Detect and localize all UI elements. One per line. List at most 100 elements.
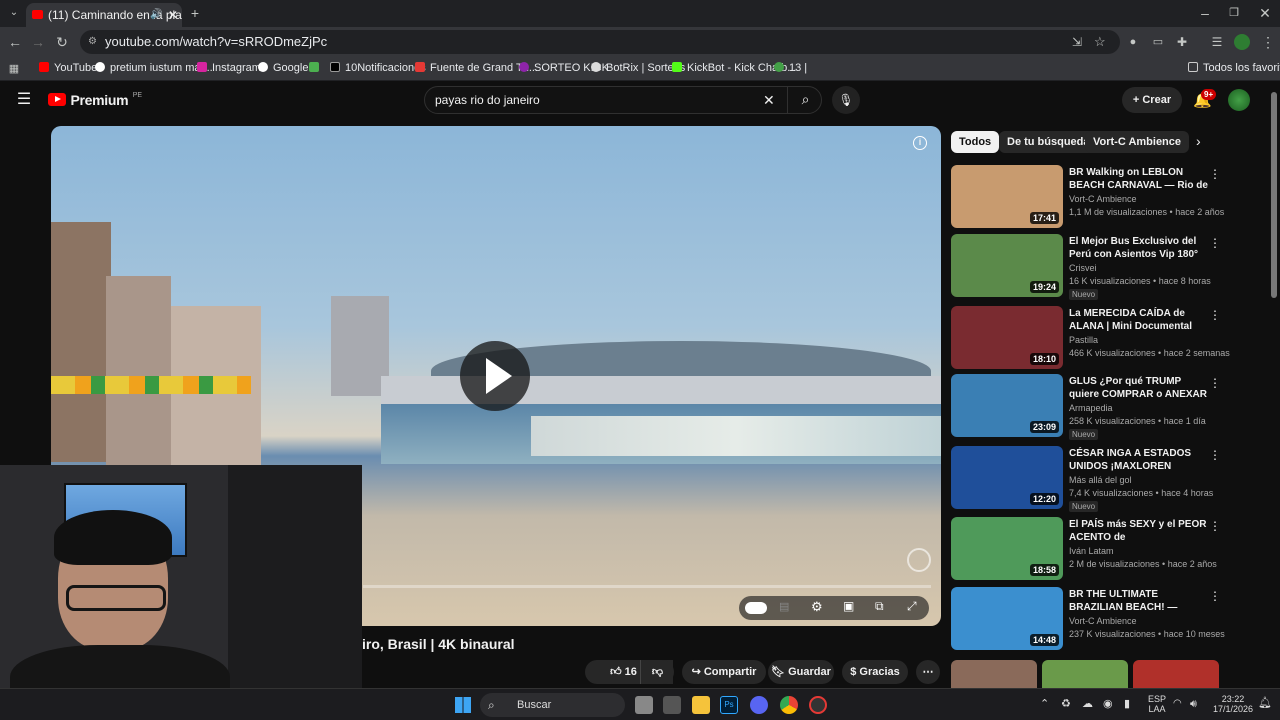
- forward-icon[interactable]: →: [28, 32, 48, 52]
- recommendation-title[interactable]: El Mejor Bus Exclusivo del Perú con Asie…: [1069, 235, 1211, 261]
- more-options-icon[interactable]: ⋮: [1209, 376, 1221, 390]
- app-icon-2[interactable]: [809, 696, 827, 714]
- site-info-icon[interactable]: ⚙: [88, 30, 97, 54]
- cast-icon[interactable]: ⧉: [875, 599, 884, 614]
- bookmark-pretium[interactable]: pretium iustum mat...: [95, 57, 213, 79]
- miniplayer-icon[interactable]: ▣: [843, 599, 854, 613]
- tab-audio-icon[interactable]: 🔊: [150, 3, 162, 27]
- chrome-icon[interactable]: [780, 696, 798, 714]
- app-icon[interactable]: [663, 696, 681, 714]
- task-view-icon[interactable]: [635, 696, 653, 714]
- bookmark-google[interactable]: Google: [258, 57, 308, 79]
- bookmark-x-notifications[interactable]: 10Notificaciones: [330, 57, 426, 79]
- video-thumbnail[interactable]: 19:24: [951, 234, 1063, 297]
- more-options-icon[interactable]: ⋮: [1209, 236, 1221, 250]
- clear-search-icon[interactable]: ✕: [763, 87, 775, 113]
- tray-icon[interactable]: ▮: [1124, 699, 1130, 710]
- progress-bar[interactable]: [363, 585, 931, 588]
- autoplay-toggle[interactable]: [745, 602, 767, 614]
- new-tab-icon[interactable]: +: [185, 3, 205, 23]
- account-avatar[interactable]: [1228, 89, 1250, 111]
- video-thumbnail[interactable]: 23:09: [951, 374, 1063, 437]
- recommendation-title[interactable]: CÉSAR INGA A ESTADOS UNIDOS ¡MAXLOREN CA…: [1069, 447, 1211, 473]
- minimize-icon[interactable]: –: [1195, 3, 1215, 23]
- recommendation-item[interactable]: 18:58 El PAÍS más SEXY y el PEOR ACENTO d…: [951, 517, 1251, 581]
- photoshop-icon[interactable]: Ps: [720, 696, 738, 714]
- partial-thumbnail[interactable]: [1133, 660, 1219, 688]
- bookmark-star-icon[interactable]: ☆: [1094, 30, 1106, 54]
- create-button[interactable]: + Crear: [1122, 87, 1182, 113]
- video-thumbnail[interactable]: 12:20: [951, 446, 1063, 509]
- reload-icon[interactable]: ↻: [52, 32, 72, 52]
- tab-close-icon[interactable]: ✕: [168, 3, 178, 27]
- reading-list-icon[interactable]: ☰: [1207, 32, 1227, 52]
- settings-icon[interactable]: ⚙: [811, 599, 823, 615]
- hamburger-menu-icon[interactable]: ☰: [14, 90, 34, 110]
- play-button[interactable]: [460, 341, 530, 411]
- share-button[interactable]: ↪ Compartir: [682, 660, 766, 684]
- tray-icon[interactable]: ◉: [1103, 699, 1113, 710]
- browser-tab[interactable]: (11) Caminando en la playa 🔊 ✕: [26, 3, 182, 27]
- subtitles-icon[interactable]: ▤: [779, 600, 789, 613]
- video-thumbnail[interactable]: 18:58: [951, 517, 1063, 580]
- more-options-icon[interactable]: ⋮: [1209, 167, 1221, 181]
- recommendation-title[interactable]: BR THE ULTIMATE BRAZILIAN BEACH! — Leblo…: [1069, 588, 1211, 614]
- bookmark-instagram[interactable]: Instagram: [197, 57, 261, 79]
- tab-list-icon[interactable]: ⌄: [4, 3, 24, 23]
- channel-name[interactable]: Pastilla: [1069, 335, 1098, 345]
- recommendation-item[interactable]: 23:09 GLUS ¿Por qué TRUMP quiere COMPRAR …: [951, 374, 1251, 440]
- thanks-button[interactable]: $ Gracias: [842, 660, 908, 684]
- video-thumbnail[interactable]: 17:41: [951, 165, 1063, 228]
- apps-grid-icon[interactable]: ▦: [4, 59, 24, 79]
- dislike-button[interactable]: 👎︎: [640, 660, 674, 684]
- chip-todos[interactable]: Todos: [951, 131, 1000, 153]
- channel-name[interactable]: Más allá del gol: [1069, 475, 1132, 485]
- language-indicator[interactable]: ESP LAA: [1146, 694, 1168, 714]
- extension-icon-2[interactable]: ▭: [1148, 32, 1168, 52]
- chip-vort-c-ambience[interactable]: Vort-C Ambience: [1085, 131, 1190, 153]
- save-button[interactable]: 🔖︎ Guardar: [768, 660, 834, 684]
- discord-icon[interactable]: [750, 696, 768, 714]
- bookmark-youtube[interactable]: YouTube: [39, 57, 97, 79]
- more-options-icon[interactable]: ⋮: [1209, 589, 1221, 603]
- bookmark-color-icon[interactable]: [309, 57, 324, 79]
- partial-thumbnail[interactable]: [1042, 660, 1128, 688]
- search-button[interactable]: ⌕: [787, 86, 823, 114]
- page-scrollbar[interactable]: [1271, 92, 1277, 298]
- close-window-icon[interactable]: ✕: [1255, 3, 1275, 23]
- fullscreen-icon[interactable]: ⤢: [907, 599, 917, 614]
- recommendation-title[interactable]: El PAÍS más SEXY y el PEOR ACENTO de LAT…: [1069, 518, 1211, 544]
- back-icon[interactable]: ←: [5, 32, 25, 52]
- maximize-icon[interactable]: ❐: [1224, 3, 1244, 23]
- volume-icon[interactable]: 🔊︎: [1190, 699, 1197, 710]
- chevron-right-icon[interactable]: ›: [1196, 133, 1201, 149]
- all-bookmarks[interactable]: Todos los favoritos: [1188, 57, 1280, 79]
- more-options-icon[interactable]: ⋮: [1209, 308, 1221, 322]
- recommendation-title[interactable]: La MERECIDA CAÍDA de ALANA | Mini Docume…: [1069, 307, 1211, 333]
- more-actions-button[interactable]: ⋯: [916, 660, 940, 684]
- taskbar-search[interactable]: ⌕ Buscar: [480, 693, 625, 717]
- channel-name[interactable]: Vort-C Ambience: [1069, 194, 1137, 204]
- search-input[interactable]: payas rio do janeiro ✕ ⌕: [424, 86, 822, 114]
- voice-search-button[interactable]: 🎙: [832, 86, 860, 114]
- chip-de-tu-busqueda[interactable]: De tu búsqueda: [999, 131, 1098, 153]
- clock[interactable]: 23:22 17/1/2026: [1208, 694, 1258, 714]
- recommendation-item[interactable]: 18:10 La MERECIDA CAÍDA de ALANA | Mini D…: [951, 306, 1251, 370]
- recommendation-title[interactable]: BR Walking on LEBLON BEACH CARNAVAL — Ri…: [1069, 166, 1211, 192]
- tray-icon[interactable]: ☁: [1082, 699, 1093, 710]
- windows-start-icon[interactable]: [455, 697, 471, 713]
- recommendation-title[interactable]: GLUS ¿Por qué TRUMP quiere COMPRAR o ANE…: [1069, 375, 1211, 401]
- video-thumbnail[interactable]: 18:10: [951, 306, 1063, 369]
- info-icon[interactable]: i: [913, 136, 927, 150]
- bookmark-13[interactable]: 13 |: [774, 57, 807, 79]
- more-options-icon[interactable]: ⋮: [1209, 519, 1221, 533]
- file-explorer-icon[interactable]: [692, 696, 710, 714]
- partial-thumbnail[interactable]: [951, 660, 1037, 688]
- more-options-icon[interactable]: ⋮: [1209, 448, 1221, 462]
- channel-name[interactable]: Iván Latam: [1069, 546, 1114, 556]
- install-icon[interactable]: ⇲: [1072, 30, 1082, 54]
- recommendation-item[interactable]: 17:41 BR Walking on LEBLON BEACH CARNAVAL…: [951, 165, 1251, 229]
- address-bar[interactable]: ⚙ youtube.com/watch?v=sRRODmeZjPc ⇲ ☆: [80, 30, 1120, 54]
- profile-avatar[interactable]: [1234, 34, 1250, 50]
- tray-expand-icon[interactable]: ⌃: [1040, 699, 1049, 710]
